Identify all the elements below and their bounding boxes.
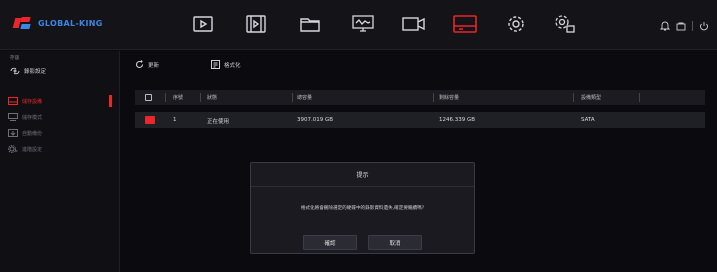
refresh-icon [135, 60, 144, 69]
dialog-message: 格式化將會刪除選定的硬碟中的錄影資料遺失,確定要繼續嗎? [300, 206, 425, 211]
sidebar-section[interactable]: 錄影設定 [10, 67, 46, 75]
storage-device-icon [8, 97, 18, 105]
column-divider [433, 93, 434, 102]
row-status: 正在使用 [207, 119, 230, 125]
brand-name: GLOBAL-KING [38, 18, 103, 28]
sidebar-item-label: 儲存模式 [22, 114, 43, 121]
sidebar-header: 存儲 [10, 56, 19, 61]
header-free-capacity: 剩餘容量 [439, 95, 460, 101]
auto-backup-icon [8, 129, 18, 137]
sidebar-item-label: 自動備份 [22, 130, 43, 137]
sidebar-item-advanced[interactable]: 進階設定 [0, 141, 120, 157]
row-device-type: SATA [581, 117, 595, 123]
toolbar: 更新 格式化 [135, 60, 241, 69]
column-divider [573, 93, 574, 102]
brand-logo-icon [12, 16, 34, 30]
dialog-title: 提示 [251, 163, 474, 187]
storage-icon[interactable] [452, 12, 478, 36]
advanced-settings-icon[interactable] [552, 12, 578, 36]
bell-icon[interactable] [659, 16, 671, 35]
divider [692, 20, 693, 31]
column-divider [292, 93, 293, 102]
row-free-capacity: 1246.339 GB [439, 117, 476, 123]
top-navigation-bar: GLOBAL-KING [0, 0, 717, 50]
network-icon[interactable] [350, 12, 376, 36]
top-right-controls [659, 16, 709, 35]
sidebar-item-storage-device[interactable]: 儲存設備 [0, 93, 120, 109]
sidebar-item-storage-mode[interactable]: 儲存模式 [0, 109, 120, 125]
table-header: 序號 狀態 總容量 剩餘容量 設備類型 [135, 90, 705, 105]
playback-icon[interactable] [190, 12, 216, 36]
video-clip-icon[interactable] [243, 12, 269, 36]
header-total-capacity: 總容量 [297, 95, 313, 101]
table-row[interactable]: 1 正在使用 3907.019 GB 1246.339 GB SATA [135, 112, 705, 128]
sidebar-section-label: 錄影設定 [24, 69, 47, 75]
header-status: 狀態 [207, 95, 218, 101]
confirm-button[interactable]: 確認 [303, 235, 357, 250]
camera-icon[interactable] [401, 12, 427, 36]
sidebar-item-label: 儲存設備 [22, 98, 43, 105]
sidebar-item-label: 進階設定 [22, 146, 43, 153]
settings-gear-icon[interactable] [503, 12, 529, 36]
column-divider [165, 93, 166, 102]
lock-icon[interactable] [676, 16, 686, 35]
row-selected-indicator[interactable] [145, 116, 155, 124]
header-index: 序號 [173, 95, 184, 101]
folder-icon[interactable] [297, 12, 323, 36]
power-icon[interactable] [699, 16, 709, 35]
row-index: 1 [173, 117, 177, 123]
brand-logo: GLOBAL-KING [12, 16, 103, 30]
storage-mode-icon [8, 113, 18, 121]
refresh-label: 更新 [148, 62, 160, 69]
sidebar: 存儲 錄影設定 儲存設備 儲存模式 自動備份 進階設定 [0, 51, 120, 272]
format-button[interactable]: 格式化 [211, 60, 241, 69]
format-icon [211, 60, 221, 69]
header-device-type: 設備類型 [581, 95, 602, 101]
active-indicator [109, 95, 112, 107]
cancel-button[interactable]: 取消 [368, 235, 422, 250]
sidebar-item-auto-backup[interactable]: 自動備份 [0, 125, 120, 141]
refresh-button[interactable]: 更新 [135, 60, 159, 69]
confirm-format-dialog: 提示 格式化將會刪除選定的硬碟中的錄影資料遺失,確定要繼續嗎? 確認 取消 [250, 162, 475, 254]
column-divider [200, 93, 201, 102]
row-total-capacity: 3907.019 GB [297, 117, 334, 123]
advanced-icon [8, 145, 18, 153]
select-all-checkbox[interactable] [145, 94, 152, 101]
format-label: 格式化 [224, 62, 241, 69]
column-divider [639, 93, 640, 102]
